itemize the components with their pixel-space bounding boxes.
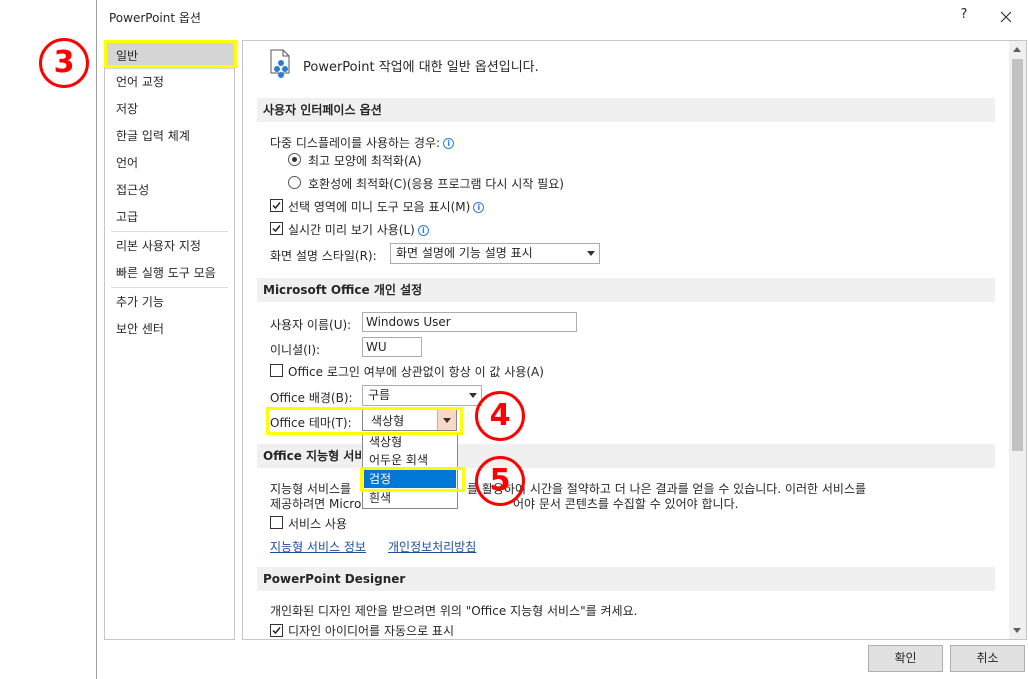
- intelligent-desc-part4: 어야 문서 콘텐츠를 수집할 수 있어야 합니다.: [513, 497, 739, 511]
- scroll-thumb[interactable]: [1012, 59, 1023, 451]
- nav-item-customize-ribbon[interactable]: 리본 사용자 지정: [105, 233, 234, 259]
- nav-item-korean-ime[interactable]: 한글 입력 체계: [105, 123, 234, 149]
- privacy-policy-link[interactable]: 개인정보처리방침: [388, 538, 476, 555]
- ok-button[interactable]: 확인: [868, 645, 943, 672]
- initials-label: 이니셜(I):: [270, 343, 321, 357]
- section-ui-options: 사용자 인터페이스 옵션: [257, 98, 995, 122]
- info-icon: i: [443, 138, 455, 149]
- window-title: PowerPoint 옵션: [109, 11, 201, 25]
- nav-item-save[interactable]: 저장: [105, 96, 234, 122]
- radio-optimize-compat[interactable]: [288, 176, 301, 189]
- page-header-text: PowerPoint 작업에 대한 일반 옵션입니다.: [303, 60, 539, 75]
- username-label: 사용자 이름(U):: [270, 318, 352, 332]
- nav-item-trust-center[interactable]: 보안 센터: [105, 316, 234, 342]
- designer-auto-label: 디자인 아이디어를 자동으로 표시: [288, 624, 455, 638]
- nav-item-accessibility[interactable]: 접근성: [105, 177, 234, 203]
- radio-optimize-compat-label: 호환성에 최적화(C)(응용 프로그램 다시 시작 필요): [308, 177, 564, 191]
- highlight-theme: [266, 407, 463, 435]
- chevron-down-icon: [469, 393, 477, 398]
- nav-item-addins[interactable]: 추가 기능: [105, 289, 234, 315]
- mini-toolbar-checkbox[interactable]: [270, 199, 283, 212]
- section-designer: PowerPoint Designer: [257, 567, 995, 591]
- scroll-down-icon[interactable]: [1009, 622, 1026, 639]
- options-content: PowerPoint 작업에 대한 일반 옵션입니다. 사용자 인터페이스 옵션…: [242, 40, 1027, 640]
- designer-desc: 개인화된 디자인 제안을 받으려면 위의 "Office 지능형 서비스"를 켜…: [270, 604, 638, 618]
- live-preview-label: 실시간 미리 보기 사용(L) i: [288, 221, 429, 238]
- general-options-icon: [270, 49, 290, 78]
- screentip-value: 화면 설명에 기능 설명 표시: [396, 246, 533, 260]
- background-label: Office 배경(B):: [270, 391, 353, 405]
- checkmark-icon: [272, 627, 281, 635]
- nav-divider: [111, 231, 228, 232]
- background-strip: [0, 0, 97, 679]
- enable-services-checkbox[interactable]: [270, 516, 283, 529]
- nav-item-language[interactable]: 언어: [105, 150, 234, 176]
- initials-input[interactable]: WU: [362, 337, 422, 357]
- chevron-down-icon: [587, 251, 595, 256]
- checkmark-icon: [272, 202, 281, 210]
- intelligent-desc-part3: 제공하려면 Micro: [270, 497, 362, 511]
- info-icon: i: [473, 202, 485, 213]
- designer-auto-checkbox[interactable]: [270, 624, 283, 637]
- title-bar: PowerPoint 옵션 ?: [97, 0, 1028, 34]
- info-icon: i: [417, 225, 429, 236]
- section-personalize: Microsoft Office 개인 설정: [257, 278, 995, 302]
- cancel-button[interactable]: 취소: [950, 645, 1025, 672]
- username-input[interactable]: Windows User: [362, 312, 577, 332]
- options-dialog: PowerPoint 옵션 ? 일반 언어 교정 저장 한글 입력 체계 언어 …: [97, 0, 1028, 679]
- always-use-label: Office 로그인 여부에 상관없이 항상 이 값 사용(A): [288, 365, 544, 379]
- highlight-general: [104, 40, 237, 68]
- checkmark-icon: [272, 225, 281, 233]
- background-value: 구름: [368, 388, 391, 402]
- theme-option-colorful[interactable]: 색상형: [364, 433, 456, 451]
- mini-toolbar-label: 선택 영역에 미니 도구 모음 표시(M) i: [288, 198, 485, 215]
- annotation-step-5: 5: [475, 456, 525, 506]
- annotation-step-3: 3: [39, 38, 89, 88]
- radio-optimize-appearance-label: 최고 모양에 최적화(A): [308, 154, 422, 168]
- intelligent-services-link[interactable]: 지능형 서비스 정보: [270, 538, 366, 555]
- scroll-up-icon[interactable]: [1009, 41, 1026, 58]
- screentip-select[interactable]: 화면 설명에 기능 설명 표시: [390, 243, 600, 264]
- highlight-black-option: [360, 467, 465, 492]
- always-use-checkbox[interactable]: [270, 364, 283, 377]
- vertical-scrollbar[interactable]: [1009, 41, 1026, 639]
- multi-display-label: 다중 디스플레이를 사용하는 경우: i: [270, 134, 455, 151]
- radio-optimize-appearance[interactable]: [288, 153, 301, 166]
- screentip-label: 화면 설명 스타일(R):: [270, 249, 377, 263]
- live-preview-checkbox[interactable]: [270, 222, 283, 235]
- help-button[interactable]: ?: [955, 7, 973, 27]
- nav-item-proofing[interactable]: 언어 교정: [105, 69, 234, 95]
- nav-item-quick-access[interactable]: 빠른 실행 도구 모음: [105, 260, 234, 286]
- close-icon: [1000, 11, 1012, 23]
- close-button[interactable]: [994, 5, 1018, 29]
- enable-services-label: 서비스 사용: [288, 517, 348, 531]
- nav-item-advanced[interactable]: 고급: [105, 204, 234, 230]
- annotation-step-4: 4: [475, 391, 525, 441]
- nav-divider: [111, 287, 228, 288]
- options-nav: 일반 언어 교정 저장 한글 입력 체계 언어 접근성 고급 리본 사용자 지정…: [104, 40, 235, 640]
- background-select[interactable]: 구름: [362, 385, 482, 406]
